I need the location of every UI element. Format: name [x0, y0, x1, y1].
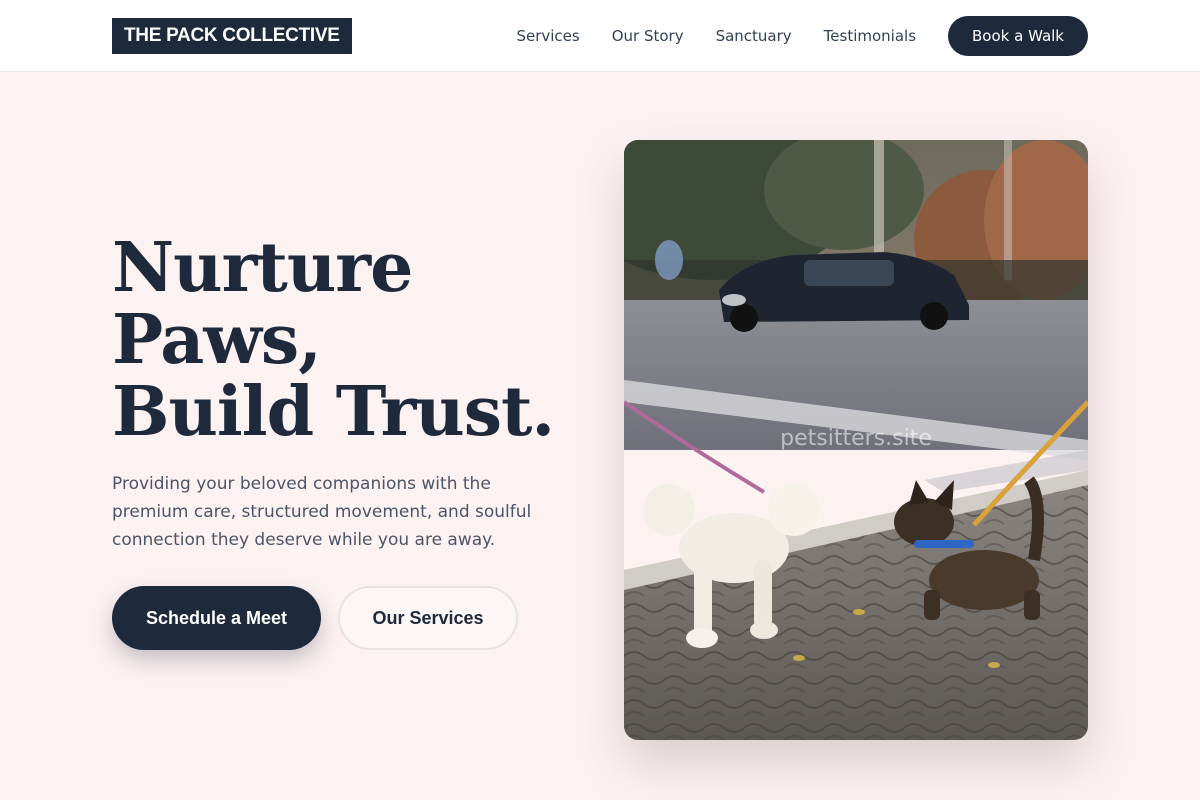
our-services-button[interactable]: Our Services: [338, 586, 518, 650]
main-nav: Services Our Story Sanctuary Testimonial…: [516, 16, 1088, 56]
site-header: THE PACK COLLECTIVE Services Our Story S…: [0, 0, 1200, 72]
photo-watermark: petsitters.site: [780, 426, 932, 451]
hero-title-line-2: Paws,: [112, 300, 322, 380]
nav-link-services[interactable]: Services: [516, 27, 579, 45]
hero-subtitle: Providing your beloved companions with t…: [112, 474, 532, 550]
nav-link-our-story[interactable]: Our Story: [612, 27, 684, 45]
schedule-a-meet-button[interactable]: Schedule a Meet: [112, 586, 321, 650]
hero-title: Nurture Paws, Build Trust.: [112, 232, 572, 448]
hero-photo: petsitters.site: [624, 140, 1088, 740]
book-a-walk-button[interactable]: Book a Walk: [948, 16, 1088, 56]
hero-title-line-1: Nurture: [112, 228, 413, 308]
hero-title-line-3: Build Trust.: [112, 372, 555, 452]
brand-logo[interactable]: THE PACK COLLECTIVE: [112, 18, 352, 54]
nav-link-testimonials[interactable]: Testimonials: [824, 27, 916, 45]
nav-link-sanctuary[interactable]: Sanctuary: [716, 27, 792, 45]
